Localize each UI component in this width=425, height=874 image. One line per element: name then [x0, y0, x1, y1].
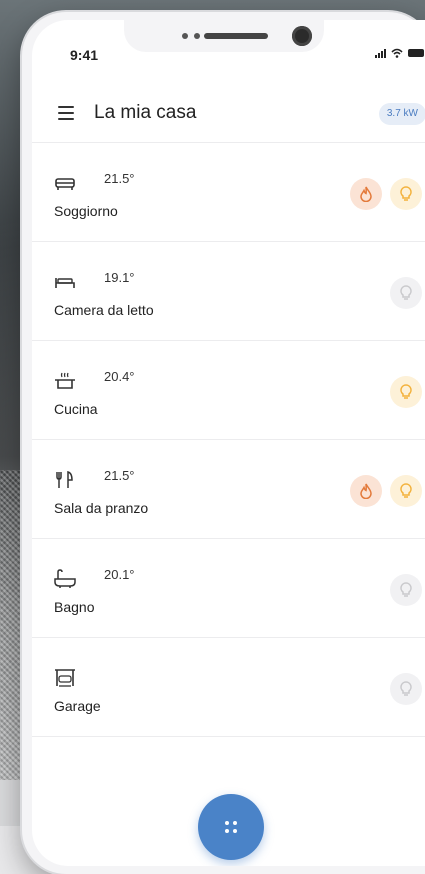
room-temperature: 20.1°: [104, 567, 135, 582]
flame-icon: [360, 186, 372, 202]
lightbulb-icon: [400, 186, 412, 201]
room-sala-da-pranzo[interactable]: 21.5° Sala da pranzo: [32, 439, 425, 538]
room-camera-da-letto[interactable]: 19.1° Camera da letto: [32, 241, 425, 340]
room-temperature: 19.1°: [104, 270, 135, 285]
speaker-grille: [204, 33, 268, 39]
room-soggiorno[interactable]: 21.5° Soggiorno: [32, 142, 425, 241]
lightbulb-icon: [400, 681, 412, 696]
room-temperature: 21.5°: [104, 468, 135, 483]
phone-notch: [124, 20, 324, 52]
front-camera: [292, 26, 312, 46]
lightbulb-icon: [400, 384, 412, 399]
light-toggle[interactable]: [390, 178, 422, 210]
status-time: 9:41: [70, 47, 99, 63]
lightbulb-icon: [400, 582, 412, 597]
lightbulb-icon: [400, 285, 412, 300]
flame-icon: [360, 483, 372, 499]
light-toggle[interactable]: [390, 673, 422, 705]
bathtub-icon: [54, 569, 76, 588]
fork-knife-icon: [56, 471, 73, 488]
room-name: Cucina: [54, 401, 98, 417]
light-toggle[interactable]: [390, 475, 422, 507]
room-temperature: 20.4°: [104, 369, 135, 384]
garage-icon: [55, 669, 75, 687]
app-header: La mia casa 3.7 kW: [32, 92, 425, 140]
status-icons: [375, 48, 424, 58]
heating-toggle[interactable]: [350, 178, 382, 210]
heating-toggle[interactable]: [350, 475, 382, 507]
sensor-dot: [182, 33, 188, 39]
room-garage[interactable]: Garage: [32, 637, 425, 737]
page-title: La mia casa: [94, 102, 197, 123]
room-cucina[interactable]: 20.4° Cucina: [32, 340, 425, 439]
room-name: Garage: [54, 698, 101, 714]
room-name: Camera da letto: [54, 302, 154, 318]
sensor-dot: [194, 33, 200, 39]
room-name: Soggiorno: [54, 203, 118, 219]
room-name: Bagno: [54, 599, 95, 615]
room-bagno[interactable]: 20.1° Bagno: [32, 538, 425, 637]
quick-actions-button[interactable]: [198, 794, 264, 860]
app-screen: 9:41 La mia casa 3.7 kW 21.5° Soggiorno …: [32, 20, 425, 866]
light-toggle[interactable]: [390, 277, 422, 309]
bed-icon: [55, 278, 75, 288]
room-name: Sala da pranzo: [54, 500, 149, 516]
signal-icon: [375, 48, 386, 58]
light-toggle[interactable]: [390, 574, 422, 606]
cooking-pot-icon: [55, 372, 75, 389]
room-temperature: 21.5°: [104, 171, 135, 186]
light-toggle[interactable]: [390, 376, 422, 408]
lightbulb-icon: [400, 483, 412, 498]
battery-icon: [408, 49, 424, 57]
wifi-icon: [391, 48, 403, 58]
hamburger-menu-icon[interactable]: [58, 106, 74, 120]
grid-dots-icon: [225, 821, 237, 833]
power-usage-badge: 3.7 kW: [378, 103, 425, 125]
status-bar: 9:41: [32, 20, 425, 66]
sofa-icon: [55, 178, 75, 190]
room-list: 21.5° Soggiorno 19.1° Camera da letto 20…: [32, 142, 425, 737]
phone-frame: 9:41 La mia casa 3.7 kW 21.5° Soggiorno …: [22, 12, 425, 874]
